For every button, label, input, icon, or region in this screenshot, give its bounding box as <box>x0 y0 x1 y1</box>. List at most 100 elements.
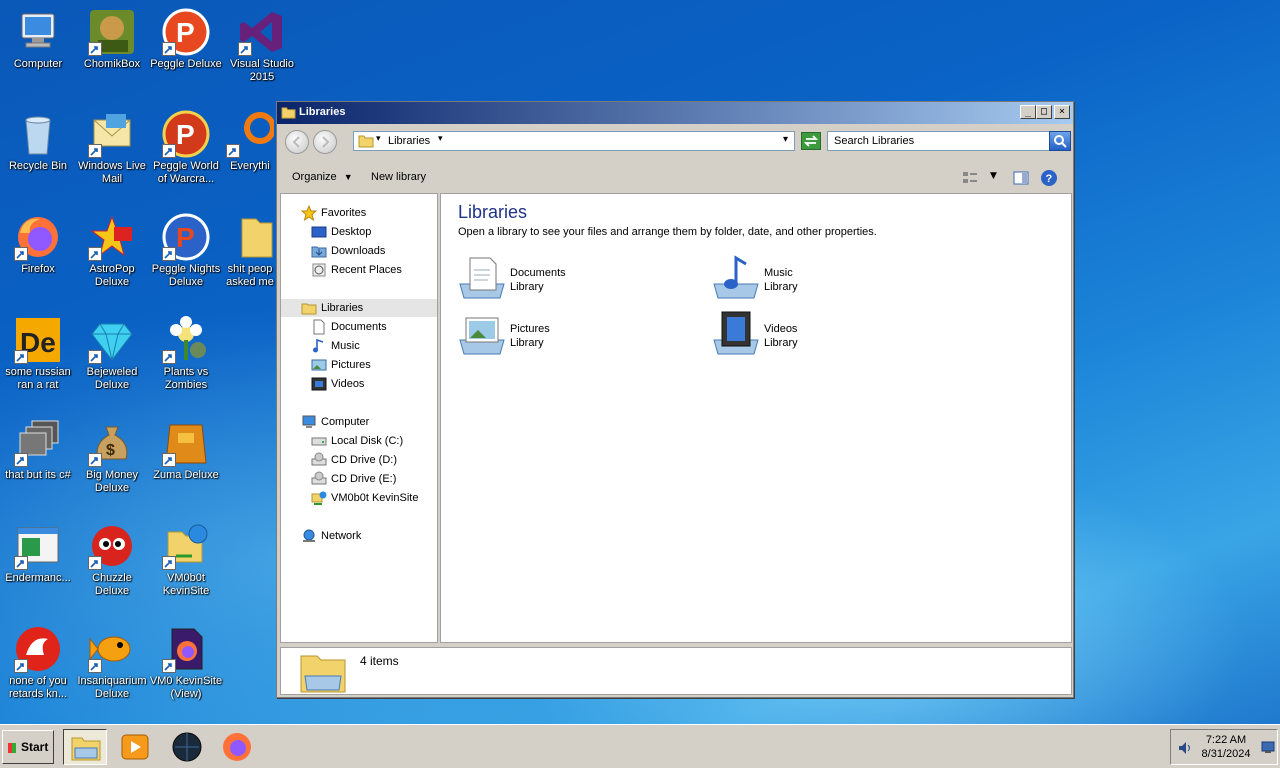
desktop-icon-zuma[interactable]: Zuma Deluxe <box>148 419 224 482</box>
organize-button[interactable]: Organize ▼ <box>292 171 353 183</box>
desktop-icon-none-of-you[interactable]: none of you retards kn... <box>0 625 76 701</box>
desktop-icon-label: VM0 KevinSite (View) <box>149 675 223 700</box>
back-button[interactable] <box>285 130 309 154</box>
desktop-icon-label: Recycle Bin <box>8 160 68 172</box>
taskbar-explorer[interactable] <box>63 729 107 765</box>
desktop-icon-visual-studio[interactable]: Visual Studio 2015 <box>224 8 300 84</box>
peggle-icon: P <box>162 110 210 158</box>
library-type: Library <box>510 281 544 293</box>
shortcut-arrow-icon <box>238 42 252 56</box>
firefox-icon <box>14 213 62 261</box>
library-music[interactable]: Music Library <box>712 254 932 304</box>
globe-icon <box>172 732 202 762</box>
peggle-icon: P <box>162 8 210 56</box>
desktop-icon-de[interactable]: De some russian ran a rat <box>0 316 76 392</box>
desktop-icon-label: some russian ran a rat <box>5 366 71 391</box>
taskbar-chrome-dark[interactable] <box>165 729 209 765</box>
taskbar-media-player[interactable] <box>113 729 157 765</box>
nav-computer-label: Computer <box>321 416 370 428</box>
desktop-icon-label: Zuma Deluxe <box>153 469 219 481</box>
search-button[interactable] <box>1049 131 1071 151</box>
details-pane: 4 items <box>280 647 1072 695</box>
view-options-icon[interactable] <box>961 170 979 186</box>
money-bag-icon: $ <box>88 419 136 467</box>
desktop-icon-insaniquarium[interactable]: Insaniquarium Deluxe <box>74 625 150 701</box>
shortcut-arrow-icon <box>14 453 28 467</box>
chevron-down-icon[interactable]: ▾ <box>376 134 381 144</box>
shortcut-arrow-icon <box>162 350 176 364</box>
cd-drive-icon <box>311 452 327 466</box>
nav-item-label: CD Drive (D:) <box>331 454 397 466</box>
desktop-icon-chuzzle[interactable]: Chuzzle Deluxe <box>74 522 150 598</box>
desktop-icon-that-but-its-csharp[interactable]: that but its c# <box>0 419 76 482</box>
documents-icon <box>313 319 325 335</box>
desktop-icon-recycle-bin[interactable]: Recycle Bin <box>0 110 76 173</box>
start-button[interactable]: Start <box>2 730 54 764</box>
minimize-button[interactable]: _ <box>1020 105 1036 119</box>
desktop-icon-windows-live-mail[interactable]: Windows Live Mail <box>74 110 150 186</box>
taskbar-firefox[interactable] <box>215 729 259 765</box>
show-desktop-icon[interactable] <box>1261 740 1275 754</box>
library-videos[interactable]: Videos Library <box>712 310 932 360</box>
desktop-icon-big-money[interactable]: $ Big Money Deluxe <box>74 419 150 495</box>
speaker-icon[interactable] <box>1177 740 1193 756</box>
address-dropdown-icon[interactable]: ▾ <box>783 134 788 145</box>
firefox-icon <box>223 733 251 761</box>
nav-libraries[interactable]: Libraries <box>281 299 437 317</box>
library-pictures[interactable]: Pictures Library <box>458 310 678 360</box>
preview-pane-icon[interactable] <box>1012 170 1030 186</box>
forward-button[interactable] <box>313 130 337 154</box>
videos-icon <box>311 377 327 391</box>
desktop-icon-chomikbox[interactable]: ChomikBox <box>74 8 150 71</box>
refresh-button[interactable] <box>801 132 821 150</box>
title-bar[interactable]: Libraries _ □ × <box>277 102 1073 124</box>
desktop-icon-astropop[interactable]: AstroPop Deluxe <box>74 213 150 289</box>
desktop-icon-firefox[interactable]: Firefox <box>0 213 76 276</box>
library-documents[interactable]: Documents Library <box>458 254 678 304</box>
lobster-icon <box>14 625 62 673</box>
libraries-folder-icon <box>358 135 374 148</box>
libraries-window: Libraries _ □ × ▾ Libraries ▾ ▾ Search L… <box>276 101 1074 698</box>
address-bar[interactable]: ▾ Libraries ▾ ▾ <box>353 131 795 151</box>
desktop-icon-folder[interactable]: shit peop asked me <box>224 213 276 289</box>
page-title: Libraries <box>458 202 528 222</box>
address-path[interactable]: Libraries <box>388 135 430 147</box>
help-icon[interactable]: ? <box>1040 169 1058 187</box>
desktop-icon-label: Chuzzle Deluxe <box>92 572 132 597</box>
chomikbox-icon <box>88 8 136 56</box>
desktop-icon-label: Peggle Nights Deluxe <box>151 263 221 288</box>
maximize-button[interactable]: □ <box>1036 105 1052 119</box>
search-input[interactable]: Search Libraries <box>827 131 1071 151</box>
search-icon <box>1054 135 1067 148</box>
desktop-icon-vm0-kevinsite-view[interactable]: VM0 KevinSite (View) <box>148 625 224 701</box>
nav-libraries-label: Libraries <box>321 302 364 314</box>
downloads-icon <box>311 246 327 258</box>
desktop-icon-everything[interactable]: Everythi <box>224 110 276 173</box>
library-name: Videos <box>764 323 798 335</box>
view-dropdown-icon[interactable]: ▼ <box>990 171 997 181</box>
desktop-icon-label: Peggle World of Warcra... <box>153 160 219 185</box>
desktop-icon-bejeweled[interactable]: Bejeweled Deluxe <box>74 316 150 392</box>
desktop-icon-plants-vs-zombies[interactable]: Plants vs Zombies <box>148 316 224 392</box>
clock-date: 8/31/2024 <box>1201 748 1251 760</box>
desktop-icon-label: that but its c# <box>5 469 71 481</box>
desktop-icon-vm0b0t-kevinsite[interactable]: VM0b0t KevinSite <box>148 522 224 598</box>
clock[interactable]: 7:22 AM 8/31/2024 <box>1195 733 1257 761</box>
desktop-icon-peggle-nights[interactable]: P Peggle Nights Deluxe <box>148 213 224 289</box>
desktop-icon-peggle-wow[interactable]: P Peggle World of Warcra... <box>148 110 224 186</box>
desktop-icon-endermanch[interactable]: Endermanc... <box>0 522 76 585</box>
shortcut-arrow-icon <box>14 247 28 261</box>
desktop-icon-label: Peggle Deluxe <box>150 58 222 70</box>
clock-time: 7:22 AM <box>1205 734 1247 746</box>
desktop-icon-computer[interactable]: Computer <box>0 8 76 71</box>
close-button[interactable]: × <box>1054 105 1070 119</box>
desktop-icon-label: Computer <box>13 58 63 70</box>
desktop-icon-peggle[interactable]: P Peggle Deluxe <box>148 8 224 71</box>
documents-library-icon <box>459 257 505 299</box>
nav-item-label: Recent Places <box>331 264 402 276</box>
windows-stack-icon <box>14 419 62 467</box>
new-library-button[interactable]: New library <box>371 171 426 183</box>
desktop-icon-label: ChomikBox <box>83 58 141 70</box>
path-chevron-icon[interactable]: ▾ <box>438 134 443 144</box>
music-icon <box>313 338 324 353</box>
